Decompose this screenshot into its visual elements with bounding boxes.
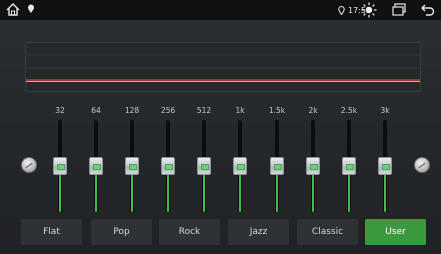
home-icon[interactable] [6, 3, 20, 16]
brightness-icon[interactable] [361, 2, 377, 18]
slider-fill [131, 171, 133, 212]
band-slider-2.5k[interactable] [342, 120, 356, 212]
band-freq-label: 64 [91, 106, 101, 115]
status-bar: 17:52 [0, 0, 441, 20]
preset-pop-button[interactable]: Pop [91, 219, 152, 245]
slider-thumb[interactable] [197, 157, 211, 175]
band-slider-256[interactable] [161, 120, 175, 212]
band-freq-label: 3k [380, 106, 390, 115]
preset-flat-button[interactable]: Flat [21, 219, 82, 245]
band-slider-1.5k[interactable] [270, 120, 284, 212]
band-slider-3k[interactable] [378, 120, 392, 212]
back-icon[interactable] [421, 3, 435, 16]
preset-jazz-button[interactable]: Jazz [228, 219, 289, 245]
band-freq-label: 256 [160, 106, 176, 115]
preset-rock-button[interactable]: Rock [159, 219, 220, 245]
eq-curve-display [25, 42, 421, 92]
slider-fill [276, 171, 278, 212]
slider-fill [203, 171, 205, 212]
preset-user-button[interactable]: User [365, 219, 426, 245]
equalizer-panel: 32 64 128 256 512 1k 1.5k 2k 2.5k 3k 0 0… [0, 20, 441, 254]
slider-thumb[interactable] [233, 157, 247, 175]
band-freq-label: 32 [55, 106, 65, 115]
slider-fill [239, 171, 241, 212]
band-freq-label: 1k [235, 106, 245, 115]
band-freq-label: 512 [196, 106, 212, 115]
preset-classic-button[interactable]: Classic [297, 219, 358, 245]
slider-thumb[interactable] [306, 157, 320, 175]
right-balance-knob[interactable] [414, 157, 430, 173]
band-freq-label: 128 [124, 106, 140, 115]
slider-fill [167, 171, 169, 212]
slider-thumb[interactable] [342, 157, 356, 175]
slider-thumb[interactable] [270, 157, 284, 175]
location-pin-icon [28, 4, 34, 13]
slider-thumb[interactable] [125, 157, 139, 175]
band-slider-2k[interactable] [306, 120, 320, 212]
band-slider-128[interactable] [125, 120, 139, 212]
slider-fill [384, 171, 386, 212]
slider-fill [348, 171, 350, 212]
band-slider-1k[interactable] [233, 120, 247, 212]
slider-thumb[interactable] [161, 157, 175, 175]
band-slider-64[interactable] [89, 120, 103, 212]
slider-fill [312, 171, 314, 212]
band-freq-label: 1.5k [268, 106, 286, 115]
slider-fill [95, 171, 97, 212]
left-balance-knob[interactable] [21, 157, 37, 173]
slider-thumb[interactable] [53, 157, 67, 175]
location-icon [338, 5, 345, 15]
band-freq-label: 2k [308, 106, 318, 115]
slider-fill [59, 171, 61, 212]
slider-thumb[interactable] [378, 157, 392, 175]
recent-apps-icon[interactable] [392, 3, 406, 16]
band-freq-label: 2.5k [340, 106, 358, 115]
band-slider-512[interactable] [197, 120, 211, 212]
slider-thumb[interactable] [89, 157, 103, 175]
band-slider-32[interactable] [53, 120, 67, 212]
